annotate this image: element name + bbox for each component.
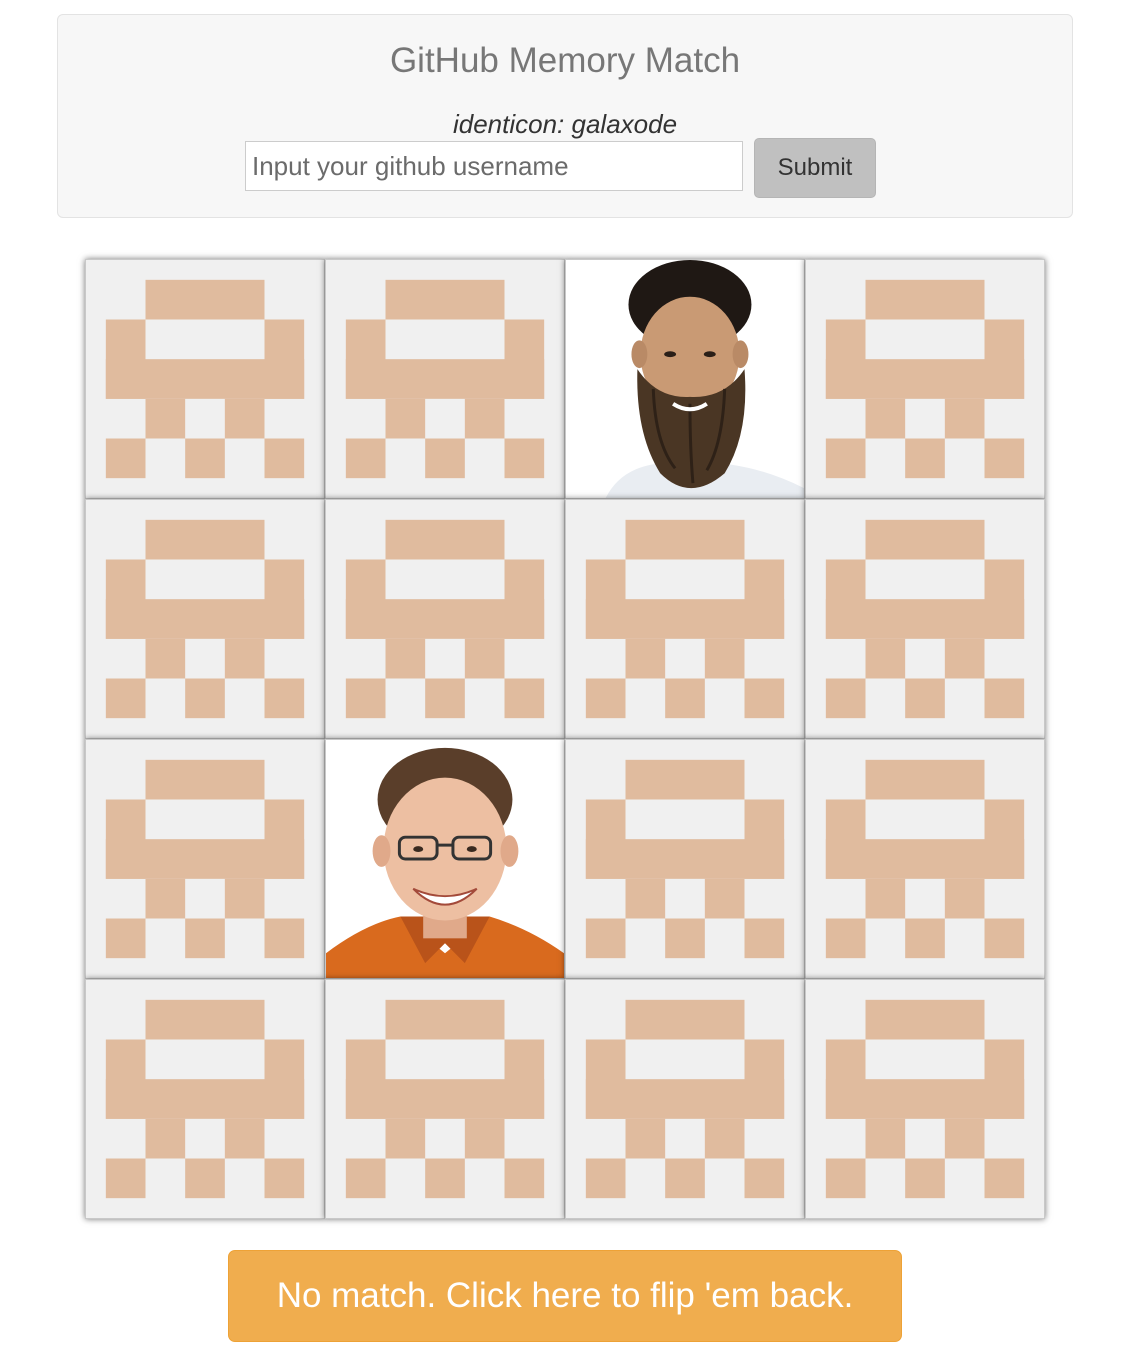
- card-face-up[interactable]: [565, 259, 805, 499]
- smiling-man-glasses-avatar: [326, 740, 564, 978]
- card-grid: [85, 259, 1047, 1221]
- identicon-icon: [105, 519, 305, 719]
- identicon-icon: [345, 999, 545, 1199]
- username-input[interactable]: [245, 141, 743, 191]
- identicon-icon: [585, 519, 785, 719]
- card-face-down[interactable]: [85, 259, 325, 499]
- identicon-icon: [105, 759, 305, 959]
- card-face-down[interactable]: [565, 739, 805, 979]
- identicon-icon: [345, 279, 545, 479]
- identicon-label: identicon: galaxode: [452, 109, 678, 139]
- identicon-icon: [105, 279, 305, 479]
- identicon-icon: [585, 759, 785, 959]
- card-face-down[interactable]: [805, 499, 1045, 739]
- identicon-icon: [825, 279, 1025, 479]
- card-face-down[interactable]: [805, 979, 1045, 1219]
- page-title: GitHub Memory Match: [389, 41, 741, 80]
- identicon-icon: [825, 999, 1025, 1199]
- bearded-man-avatar: [566, 260, 804, 498]
- card-face-down[interactable]: [85, 499, 325, 739]
- identicon-icon: [105, 999, 305, 1199]
- card-face-down[interactable]: [325, 259, 565, 499]
- card-face-down[interactable]: [85, 979, 325, 1219]
- identicon-icon: [825, 759, 1025, 959]
- card-face-down[interactable]: [325, 499, 565, 739]
- identicon-icon: [825, 519, 1025, 719]
- card-face-down[interactable]: [805, 259, 1045, 499]
- card-face-down[interactable]: [565, 499, 805, 739]
- identicon-icon: [345, 519, 545, 719]
- card-face-down[interactable]: [805, 739, 1045, 979]
- card-face-down[interactable]: [85, 739, 325, 979]
- card-face-down[interactable]: [325, 979, 565, 1219]
- card-face-down[interactable]: [565, 979, 805, 1219]
- identicon-icon: [585, 999, 785, 1199]
- submit-button[interactable]: Submit: [754, 138, 876, 198]
- card-face-up[interactable]: [325, 739, 565, 979]
- flip-back-button[interactable]: No match. Click here to flip 'em back.: [228, 1250, 902, 1342]
